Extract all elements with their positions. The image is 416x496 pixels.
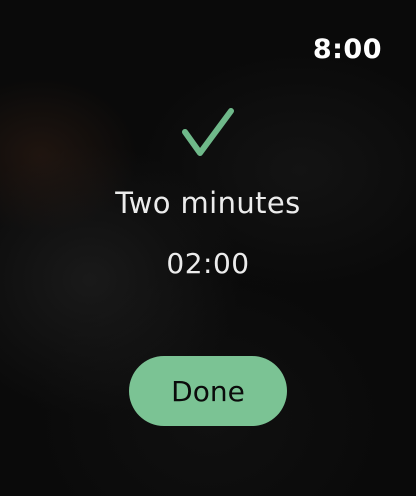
timer-name: Two minutes — [115, 186, 301, 220]
checkmark-icon — [181, 106, 235, 158]
watch-screen: 8:00 Two minutes 02:00 Done — [0, 0, 416, 496]
status-bar-time: 8:00 — [312, 34, 382, 65]
timer-duration: 02:00 — [166, 247, 250, 280]
done-button[interactable]: Done — [129, 356, 287, 426]
